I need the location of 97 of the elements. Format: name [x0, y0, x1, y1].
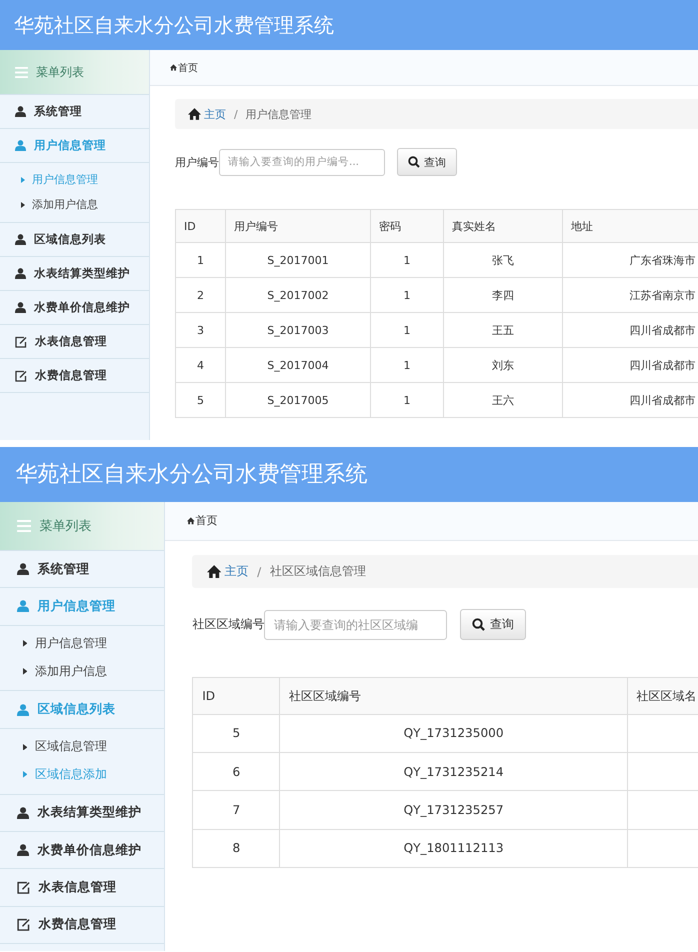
home-icon	[170, 64, 177, 71]
menu-item[interactable]: 水表结算类型维护	[0, 257, 149, 291]
menu-title: 菜单列表	[40, 518, 92, 535]
table-cell: QY_1731235000	[280, 714, 628, 753]
breadcrumb-separator: /	[234, 108, 238, 120]
breadcrumb-current: 社区区域信息管理	[270, 563, 366, 580]
column-header: 社区区域编号	[280, 678, 628, 714]
table-cell: 王六	[444, 382, 562, 418]
column-header: 真实姓名	[444, 210, 562, 242]
search-field[interactable]: 请输入要查询的用户编号...	[219, 148, 385, 176]
home-tab[interactable]: 首页	[170, 60, 198, 74]
search-button[interactable]: 查询	[397, 148, 457, 176]
home-icon	[188, 108, 201, 120]
menu-icon	[15, 66, 28, 78]
table-cell: S_2017004	[226, 348, 370, 382]
user-icon	[15, 106, 26, 117]
caret-icon	[23, 744, 28, 750]
home-tab[interactable]: 首页	[186, 513, 218, 528]
edit-icon	[15, 370, 27, 382]
user-icon	[16, 844, 29, 856]
table-cell: 王五	[444, 312, 562, 348]
caret-icon	[23, 668, 28, 675]
user-icon	[16, 563, 29, 576]
table-cell: 4	[176, 348, 226, 382]
user-icon	[16, 704, 29, 716]
table-cell: 5	[176, 382, 226, 418]
submenu-item[interactable]: 用户信息管理	[0, 630, 164, 658]
table-cell: 1	[370, 348, 444, 382]
menu-item[interactable]: 区域信息列表	[0, 223, 149, 257]
menu-title: 菜单列表	[36, 64, 84, 80]
caret-icon	[21, 176, 25, 182]
submenu-item[interactable]: 添加用户信息	[0, 657, 164, 685]
home-link[interactable]: 主页	[188, 106, 226, 122]
menu-item[interactable]: 水表结算类型维护	[0, 794, 164, 832]
table-cell: S_2017002	[226, 278, 370, 312]
home-icon	[206, 565, 221, 578]
column-header: ID	[192, 678, 280, 714]
menu-item[interactable]: 水费信息管理	[0, 906, 164, 944]
submenu-item[interactable]: 区域信息管理	[0, 733, 164, 761]
table-cell: 1	[370, 312, 444, 348]
table-cell: 刘东	[444, 348, 562, 382]
column-header: 社区区域名	[627, 678, 698, 714]
user-icon	[15, 234, 26, 245]
edit-icon	[16, 880, 30, 894]
column-header: 地址	[562, 210, 698, 242]
edit-icon	[15, 336, 27, 348]
user-icon	[16, 600, 29, 612]
menu-item[interactable]: 水表信息管理	[0, 869, 164, 907]
search-label: 社区区域编号	[192, 616, 264, 634]
submenu-item[interactable]: 添加用户信息	[0, 192, 149, 217]
table-cell: 2	[176, 278, 226, 312]
table-cell: 7	[192, 790, 280, 830]
menu-item[interactable]: 水费单价信息维护	[0, 832, 164, 870]
column-header: 用户编号	[226, 210, 370, 242]
table-cell: QY_1731235257	[280, 790, 628, 830]
app-title: 华苑社区自来水分公司水费管理系统	[14, 12, 334, 38]
breadcrumb-current: 用户信息管理	[246, 106, 312, 122]
table-cell: 5	[192, 714, 280, 753]
column-header: 密码	[370, 210, 444, 242]
table-cell: QY_1731235214	[280, 752, 628, 791]
table-cell: 李四	[444, 278, 562, 312]
menu-item[interactable]: 系统管理	[0, 95, 149, 129]
home-link[interactable]: 主页	[206, 563, 248, 580]
search-icon	[408, 156, 420, 168]
table-cell: S_2017005	[226, 382, 370, 418]
edit-icon	[16, 918, 30, 932]
table-cell: S_2017003	[226, 312, 370, 348]
table-cell: 6	[192, 752, 280, 791]
user-icon	[15, 140, 26, 151]
table-cell: 8	[192, 829, 280, 868]
user-icon	[15, 302, 26, 313]
menu-item[interactable]: 系统管理	[0, 550, 164, 588]
search-field[interactable]: 请输入要查询的社区区域编	[264, 610, 447, 640]
table-cell: S_2017001	[226, 242, 370, 278]
table-cell: 1	[370, 242, 444, 278]
table-cell: QY_1801112113	[280, 829, 628, 868]
caret-icon	[23, 771, 28, 778]
column-header: ID	[176, 210, 226, 242]
table-cell: 3	[176, 312, 226, 348]
user-icon	[15, 268, 26, 279]
caret-icon	[21, 202, 25, 208]
table-cell: 1	[176, 242, 226, 278]
app-title: 华苑社区自来水分公司水费管理系统	[15, 461, 368, 490]
menu-item[interactable]: 水费单价信息维护	[0, 291, 149, 325]
user-icon	[16, 806, 29, 819]
menu-icon	[16, 520, 31, 532]
table-cell: 1	[370, 278, 444, 312]
table-cell: 张飞	[444, 242, 562, 278]
menu-item[interactable]: 水费信息管理	[0, 359, 149, 393]
menu-item[interactable]: 水表信息管理	[0, 325, 149, 359]
search-label: 用户编号	[175, 154, 219, 170]
breadcrumb-separator: /	[257, 564, 262, 579]
search-button[interactable]: 查询	[460, 609, 526, 640]
caret-icon	[23, 640, 28, 648]
home-icon	[186, 517, 195, 525]
table-cell: 1	[370, 382, 444, 418]
search-icon	[472, 618, 486, 632]
